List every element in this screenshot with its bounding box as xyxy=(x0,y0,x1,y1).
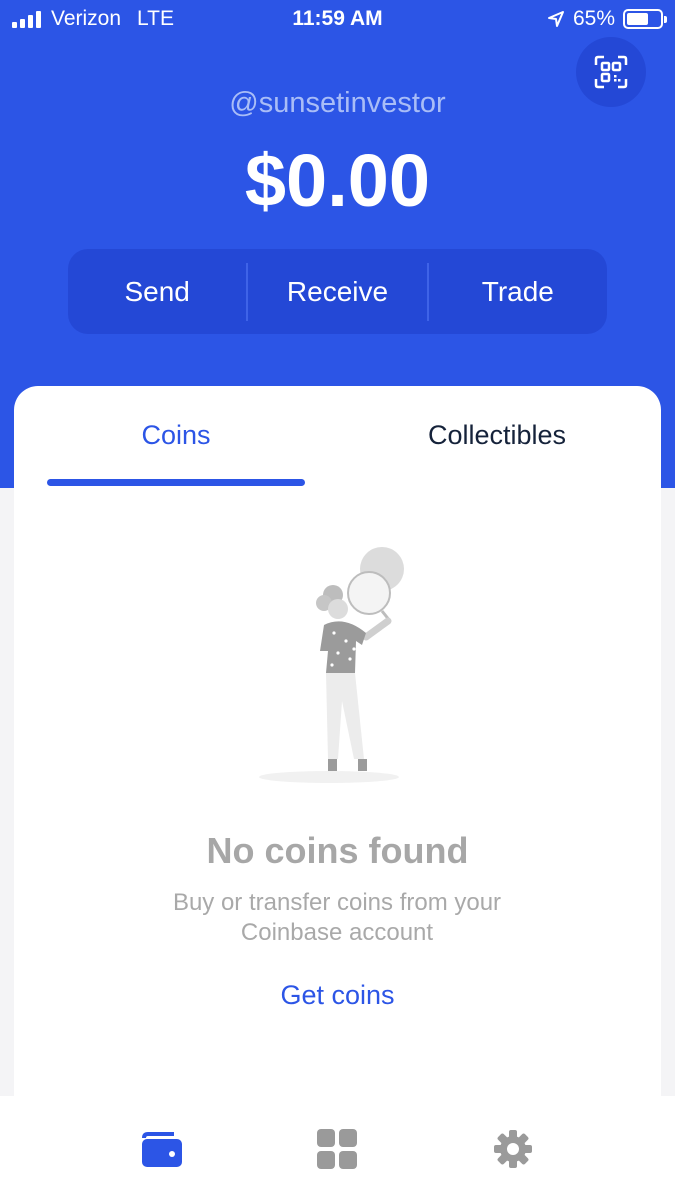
tab-collectibles[interactable]: Collectibles xyxy=(347,420,647,451)
active-tab-indicator xyxy=(47,479,305,486)
trade-button[interactable]: Trade xyxy=(426,262,607,321)
balance-amount: $0.00 xyxy=(244,139,431,222)
nav-settings[interactable] xyxy=(488,1124,538,1174)
get-coins-link[interactable]: Get coins xyxy=(14,980,661,1011)
empty-state-subtitle: Buy or transfer coins from your Coinbase… xyxy=(172,889,502,946)
empty-state-illustration xyxy=(259,547,404,783)
wallet-icon xyxy=(142,1132,182,1167)
tab-coins[interactable]: Coins xyxy=(47,420,305,451)
nav-apps[interactable] xyxy=(312,1124,362,1174)
location-arrow-icon xyxy=(547,11,564,27)
bottom-navigation xyxy=(0,1096,675,1200)
assets-card: Coins Collectibles No coins found Buy or… xyxy=(14,386,661,1096)
empty-state-title: No coins found xyxy=(206,830,469,871)
status-bar: Verizon LTE 11:59 AM 65% xyxy=(0,0,675,40)
username: @sunsetinvestor xyxy=(229,87,446,119)
battery-icon xyxy=(623,9,667,29)
receive-button[interactable]: Receive xyxy=(246,262,426,321)
send-button[interactable]: Send xyxy=(68,263,246,321)
nav-wallet[interactable] xyxy=(137,1124,187,1174)
qr-scan-icon xyxy=(594,55,628,89)
apps-grid-icon xyxy=(317,1129,357,1169)
settings-gear-icon xyxy=(494,1130,532,1168)
battery-percent: 65% xyxy=(572,7,615,30)
action-bar: Send Receive Trade xyxy=(68,249,607,334)
